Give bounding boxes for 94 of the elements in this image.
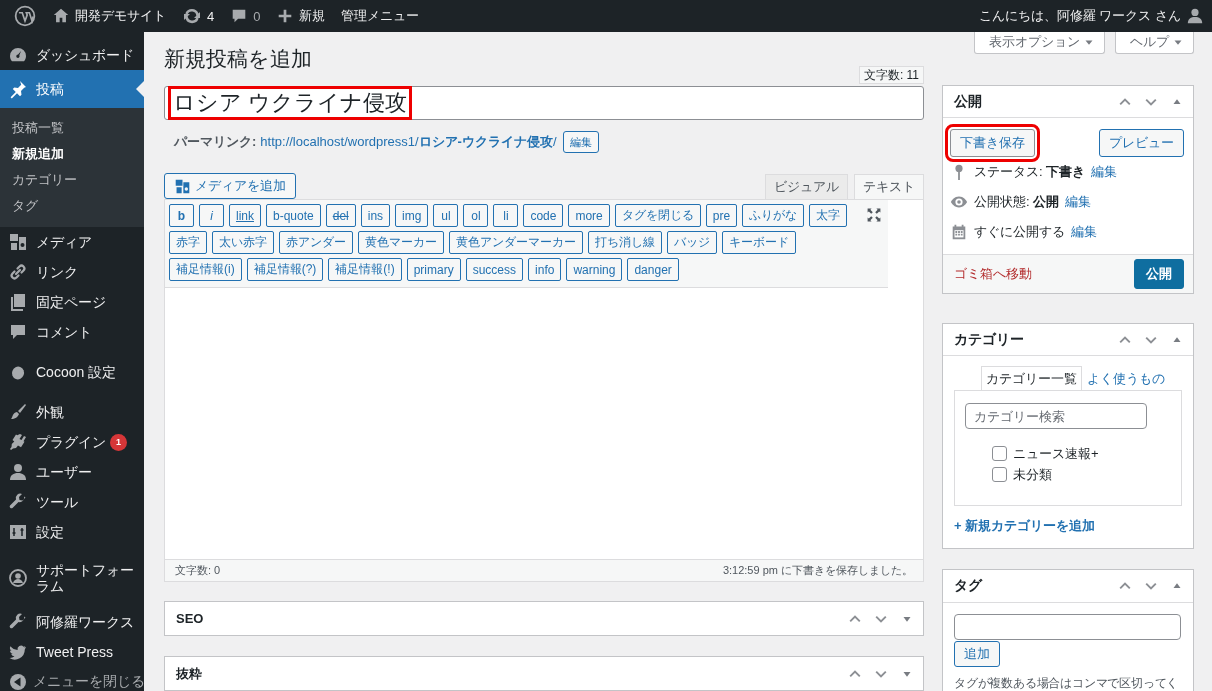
page-title: 新規投稿を追加 bbox=[164, 46, 312, 72]
quicktag-button[interactable]: 黄色マーカー bbox=[358, 231, 444, 254]
menu-item[interactable]: 固定ページ bbox=[0, 287, 144, 317]
box-title: 公開 bbox=[954, 92, 982, 111]
account-link[interactable]: こんにちは、阿修羅 ワークス さん bbox=[970, 0, 1212, 32]
edit-link[interactable]: 編集 bbox=[1065, 193, 1092, 211]
add-media-button[interactable]: メディアを追加 bbox=[164, 173, 296, 199]
menu-item[interactable]: 投稿 bbox=[0, 70, 144, 108]
site-name-link[interactable]: 開発デモサイト bbox=[44, 0, 174, 32]
add-tag-button[interactable]: 追加 bbox=[954, 641, 1000, 667]
quicktag-button[interactable]: code bbox=[523, 204, 564, 227]
quicktag-button[interactable]: ふりがな bbox=[742, 204, 805, 227]
quicktag-button[interactable]: 打ち消し線 bbox=[588, 231, 662, 254]
quicktag-button[interactable]: info bbox=[528, 258, 562, 281]
quicktag-button[interactable]: 赤字 bbox=[169, 231, 207, 254]
quicktag-button[interactable]: li bbox=[493, 204, 519, 227]
editor-tab[interactable]: テキスト bbox=[854, 174, 924, 199]
quicktag-button[interactable]: ins bbox=[360, 204, 391, 227]
quicktag-button[interactable]: ul bbox=[433, 204, 459, 227]
quicktag-button[interactable]: ol bbox=[463, 204, 489, 227]
menu-item[interactable]: 阿修羅ワークス bbox=[0, 607, 144, 638]
character-count: 文字数: 11 bbox=[858, 66, 924, 84]
menu-item[interactable]: プラグイン 1 bbox=[0, 427, 144, 457]
box-title: タグ bbox=[954, 577, 982, 595]
quicktag-button[interactable]: 太字 bbox=[809, 204, 848, 227]
permalink-link[interactable]: http://localhost/wordpress1/ロシア-ウクライナ侵攻/ bbox=[260, 133, 557, 151]
submenu-item[interactable]: 新規追加 bbox=[0, 141, 144, 167]
title-field[interactable]: ロシア ウクライナ侵攻 bbox=[164, 86, 924, 120]
quicktag-button[interactable]: バッジ bbox=[667, 231, 717, 254]
menu-item[interactable]: 設定 bbox=[0, 517, 144, 547]
menu-item[interactable]: ダッシュボード bbox=[0, 40, 144, 70]
box-title: カテゴリー bbox=[954, 330, 1024, 349]
postbox-title: 抜粋 bbox=[176, 664, 202, 683]
menu-item[interactable]: メニューを閉じる bbox=[0, 667, 144, 691]
quicktag-button[interactable]: del bbox=[325, 204, 356, 227]
quicktag-button[interactable]: 補足情報(i) bbox=[169, 258, 242, 281]
admin-menu-link[interactable]: 管理メニュー bbox=[333, 0, 428, 32]
autosave-status: 3:12:59 pm に下書きを保存しました。 bbox=[722, 563, 913, 578]
quicktag-button[interactable]: タグを閉じる bbox=[614, 204, 701, 227]
quicktag-button[interactable]: 太い赤字 bbox=[212, 231, 274, 254]
category-tab[interactable]: よく使うもの bbox=[1082, 366, 1170, 390]
permalink-label: パーマリンク: bbox=[174, 133, 257, 151]
category-label: ニュース速報+ bbox=[1013, 444, 1099, 463]
preview-button[interactable]: プレビュー bbox=[1099, 129, 1184, 157]
trash-link[interactable]: ゴミ箱へ移動 bbox=[954, 265, 1032, 283]
submenu-item[interactable]: 投稿一覧 bbox=[0, 115, 144, 141]
category-search-field[interactable]: カテゴリー検索 bbox=[965, 403, 1147, 429]
menu-item[interactable]: メディア bbox=[0, 227, 144, 257]
publish-setting: 公開状態: 公開 bbox=[974, 193, 1060, 211]
comments-link[interactable]: 0 bbox=[222, 0, 269, 32]
quicktag-button[interactable]: i bbox=[199, 204, 224, 227]
quicktag-button[interactable]: 赤アンダー bbox=[279, 231, 353, 254]
menu-item[interactable]: コメント bbox=[0, 317, 144, 347]
postbox-title: SEO bbox=[176, 611, 204, 626]
updates-link[interactable]: 4 bbox=[174, 0, 223, 32]
quicktag-button[interactable]: pre bbox=[705, 204, 738, 227]
quicktag-button[interactable]: img bbox=[395, 204, 429, 227]
menu-item[interactable]: Cocoon 設定 bbox=[0, 357, 144, 387]
quicktag-button[interactable]: b bbox=[169, 204, 194, 227]
count-badge: 1 bbox=[110, 433, 127, 451]
edit-link[interactable]: 編集 bbox=[1091, 163, 1118, 181]
new-content-link[interactable]: 新規 bbox=[268, 0, 334, 32]
edit-button[interactable]: 編集 bbox=[562, 131, 599, 153]
quicktag-button[interactable]: link bbox=[229, 204, 261, 227]
quicktag-button[interactable]: 黄色アンダーマーカー bbox=[449, 231, 583, 254]
submenu-item[interactable]: カテゴリー bbox=[0, 167, 144, 193]
publish-button[interactable]: 公開 bbox=[1134, 259, 1184, 289]
quicktag-button[interactable]: more bbox=[568, 204, 610, 227]
quicktag-button[interactable]: 補足情報(?) bbox=[246, 258, 324, 281]
menu-item[interactable]: リンク bbox=[0, 257, 144, 287]
screen-option-button[interactable]: ヘルプ bbox=[1115, 32, 1194, 54]
quicktag-button[interactable]: b-quote bbox=[266, 204, 321, 227]
tag-help-text: タグが複数ある場合はコンマで区切ってく bbox=[954, 675, 1180, 691]
quicktag-button[interactable]: primary bbox=[406, 258, 461, 281]
category-label: 未分類 bbox=[1013, 465, 1052, 484]
quicktag-button[interactable]: danger bbox=[627, 258, 679, 281]
add-category-link[interactable]: + 新規カテゴリーを追加 bbox=[954, 517, 1096, 535]
edit-link[interactable]: 編集 bbox=[1071, 223, 1097, 241]
quicktag-button[interactable]: 補足情報(!) bbox=[328, 258, 402, 281]
menu-item[interactable]: 外観 bbox=[0, 397, 144, 427]
menu-item[interactable]: サポートフォーラム bbox=[0, 557, 144, 600]
submenu-item[interactable]: タグ bbox=[0, 193, 144, 219]
category-tab[interactable]: カテゴリー一覧 bbox=[981, 366, 1082, 390]
menu-item[interactable]: Tweet Press bbox=[0, 637, 144, 668]
editor-tab[interactable]: ビジュアル bbox=[765, 174, 848, 199]
menu-item[interactable]: ユーザー bbox=[0, 457, 144, 487]
quicktag-button[interactable]: キーボード bbox=[722, 231, 796, 254]
publish-setting: すぐに公開する bbox=[974, 223, 1065, 241]
quicktag-button[interactable]: warning bbox=[566, 258, 623, 281]
screen-option-button[interactable]: 表示オプション bbox=[974, 32, 1105, 54]
word-count: 文字数: 0 bbox=[175, 563, 221, 578]
quicktag-button[interactable]: success bbox=[465, 258, 524, 281]
publish-setting: ステータス: 下書き bbox=[974, 163, 1086, 181]
menu-item[interactable]: ツール bbox=[0, 487, 144, 517]
